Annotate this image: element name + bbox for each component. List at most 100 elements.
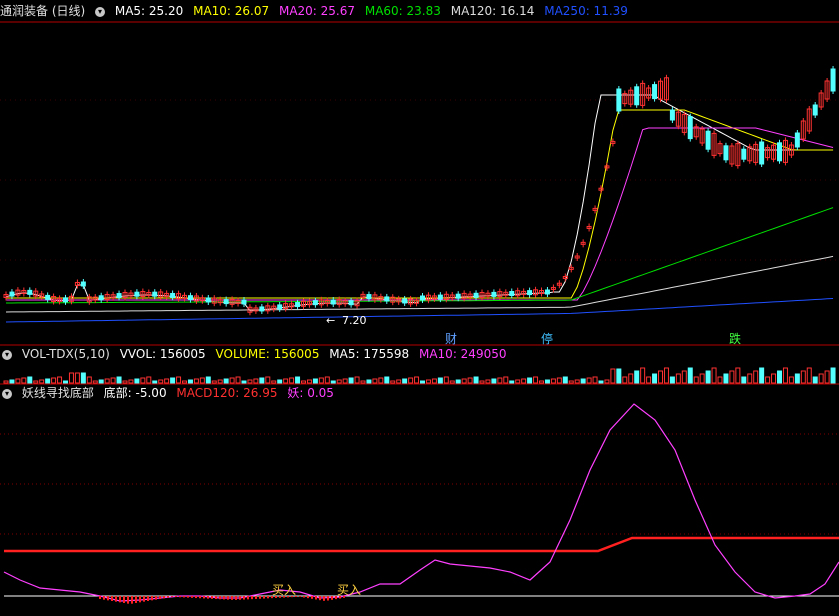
volume-bar [253, 378, 259, 384]
volume-bar [342, 378, 348, 384]
volume-bar [449, 380, 455, 384]
volume-bar [217, 379, 223, 384]
volume-bar [9, 379, 15, 384]
volume-bar [628, 373, 634, 384]
candle-body [741, 148, 747, 160]
volume-bar [431, 378, 437, 384]
candle-body [152, 291, 158, 297]
candle-body [687, 116, 693, 140]
volume-bar [658, 370, 663, 384]
candle-body [170, 292, 176, 298]
volume-bar [503, 376, 509, 384]
candle-body [205, 297, 211, 303]
candle-body [259, 306, 265, 312]
volume-bar [271, 380, 277, 384]
candle-body [652, 84, 658, 100]
candle-body [330, 299, 336, 305]
volume-bar [241, 380, 247, 384]
volume-bar [824, 370, 830, 384]
volume-bar [467, 377, 473, 384]
stock-chart[interactable]: 7.20 ← 财 停 跌 买入 买入 [0, 0, 839, 616]
volume-bar [57, 376, 63, 384]
volume-bar [562, 376, 568, 384]
volume-bar [788, 376, 794, 384]
candle-body [669, 109, 675, 121]
ma60-line [6, 207, 834, 304]
candle-body [794, 132, 800, 148]
volume-bar [45, 378, 51, 384]
volume-bar [812, 376, 818, 384]
candle-body [830, 68, 836, 92]
yao-line [3, 403, 839, 602]
candle-body [63, 297, 68, 303]
candle-body [705, 130, 711, 150]
volume-bar [199, 377, 205, 384]
candle-body [455, 293, 461, 299]
volume-bar [74, 372, 80, 384]
volume-bar [396, 379, 402, 384]
volume-bar [420, 380, 425, 384]
volume-bar [63, 380, 68, 384]
volume-bar [247, 379, 253, 384]
volume-bar [437, 377, 443, 384]
volume-bar [51, 377, 57, 384]
volume-bar [170, 377, 176, 384]
volume-bar [693, 376, 699, 384]
volume-bar [223, 378, 229, 384]
volume-bar [39, 379, 45, 384]
volume-bar [556, 377, 562, 384]
volume-bar [193, 378, 199, 384]
volume-bar [235, 376, 241, 384]
volume-bar [205, 376, 211, 384]
volume-bar [753, 370, 759, 384]
volume-bar [336, 379, 342, 384]
volume-bar [425, 379, 431, 384]
volume-bar [402, 378, 408, 384]
volume-bar [527, 377, 533, 384]
volume-bar [765, 376, 771, 384]
volume-bar [360, 380, 366, 384]
volume-bar [640, 367, 646, 384]
volume-bar [711, 367, 717, 384]
volume-bar [372, 378, 378, 384]
volume-bar [104, 378, 110, 384]
candle-body [777, 142, 782, 162]
volume-bar [312, 378, 318, 384]
volume-bar [509, 380, 515, 384]
volume-bar [539, 380, 544, 384]
candles [3, 66, 836, 316]
volume-bar [646, 376, 652, 384]
volume-bar [515, 379, 521, 384]
volume-bar [735, 367, 741, 384]
candle-body [509, 291, 515, 296]
volume-bar [134, 378, 140, 384]
volume-bar [705, 370, 711, 384]
volume-bar [610, 368, 616, 384]
volume-bar [366, 379, 372, 384]
volume-bar [259, 377, 265, 384]
buy-label-1: 买入 [272, 583, 296, 597]
volume-bar [544, 379, 550, 384]
marker-cai: 财 [445, 332, 457, 346]
volume-bar [634, 370, 640, 384]
volume-bar [187, 379, 193, 384]
volume-bar [182, 380, 187, 384]
candle-body [223, 299, 229, 305]
volume-bar [663, 367, 669, 384]
volume-bar [140, 377, 146, 384]
macd120-line [4, 536, 839, 553]
volume-bar [378, 377, 384, 384]
buy-label-2: 买入 [337, 583, 361, 597]
candle-body [616, 88, 622, 112]
volume-bar [277, 379, 283, 384]
volume-bar [580, 378, 586, 384]
candle-body [544, 289, 550, 295]
volume-bar [479, 380, 485, 384]
volume-bar [455, 379, 461, 384]
volume-bar [164, 378, 170, 384]
volume-bar [806, 367, 812, 384]
volume-bar [408, 377, 414, 384]
volume-bar [301, 380, 306, 384]
volume-bar [324, 376, 330, 384]
volume-bar [68, 372, 74, 384]
